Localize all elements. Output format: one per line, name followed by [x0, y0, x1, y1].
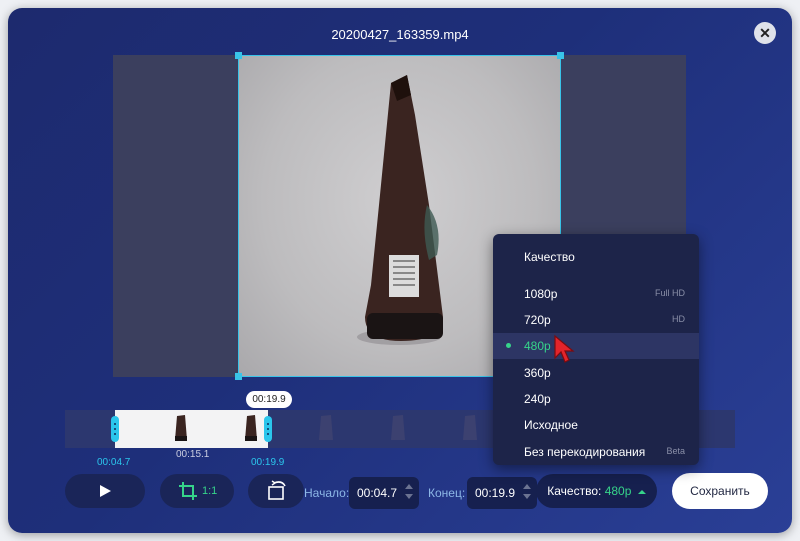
option-label: 480p [524, 339, 551, 353]
crop-ratio-label: 1:1 [202, 485, 218, 497]
quality-option-1080p[interactable]: 1080p Full HD [493, 281, 699, 307]
quality-option-360p[interactable]: 360p [493, 360, 699, 386]
quality-option-no-reencode[interactable]: Без перекодирования Beta [493, 439, 699, 465]
option-label: Без перекодирования [524, 445, 646, 459]
option-tag: Beta [666, 446, 685, 456]
timeline-mid-label: 00:15.1 [176, 449, 210, 460]
timeline-selection[interactable] [115, 410, 268, 448]
mouse-cursor-icon [554, 334, 575, 363]
crop-handle-bottom-left[interactable] [235, 373, 242, 380]
file-title: 20200427_163359.mp4 [331, 27, 469, 42]
close-button[interactable]: ✕ [754, 22, 776, 44]
end-time-field[interactable]: 00:19.9 [467, 477, 537, 509]
quality-option-240p[interactable]: 240p [493, 386, 699, 412]
close-icon: ✕ [759, 25, 771, 41]
rotate-icon [268, 480, 286, 500]
selected-dot-icon [506, 343, 511, 348]
rotate-button[interactable] [248, 474, 304, 508]
quality-value: 480p [604, 484, 632, 498]
timeline-start-label: 00:04.7 [97, 457, 131, 468]
timeline-thumbnail [175, 415, 257, 441]
crop-icon [179, 482, 197, 500]
trim-start-handle[interactable] [111, 416, 119, 442]
end-time-stepper[interactable] [523, 484, 531, 502]
crop-ratio-button[interactable]: 1:1 [160, 474, 234, 508]
quality-option-original[interactable]: Исходное [493, 412, 699, 438]
start-time-value: 00:04.7 [357, 486, 398, 500]
option-label: 720p [524, 313, 551, 327]
caret-up-icon [637, 489, 646, 494]
end-time-value: 00:19.9 [475, 486, 516, 500]
end-label: Конец: [428, 486, 466, 500]
start-time-stepper[interactable] [405, 484, 413, 502]
option-label: 1080p [524, 287, 558, 301]
play-icon [100, 485, 111, 497]
option-label: 240p [524, 392, 551, 406]
option-label: 360p [524, 366, 551, 380]
quality-button[interactable]: Качество: 480p [536, 474, 657, 508]
save-button[interactable]: Сохранить [672, 473, 768, 509]
play-button[interactable] [65, 474, 145, 508]
video-editor-dialog: 20200427_163359.mp4 ✕ 00:19.9 00:04.7 00… [8, 8, 792, 533]
crop-handle-top-left[interactable] [235, 52, 242, 59]
timeline-end-label: 00:19.9 [251, 457, 285, 468]
option-label: Исходное [524, 418, 578, 432]
start-time-field[interactable]: 00:04.7 [349, 477, 419, 509]
quality-label: Качество: [547, 484, 602, 498]
trim-end-handle[interactable] [264, 416, 272, 442]
quality-option-480p[interactable]: 480p [493, 333, 699, 359]
start-label: Начало: [304, 486, 350, 500]
option-tag: HD [672, 314, 685, 324]
quality-dropdown: Качество 1080p Full HD 720p HD 480p 360p… [493, 234, 699, 465]
current-time-bubble: 00:19.9 [246, 391, 292, 408]
quality-dropdown-title: Качество [524, 250, 575, 264]
quality-option-720p[interactable]: 720p HD [493, 307, 699, 333]
option-tag: Full HD [654, 288, 685, 298]
crop-handle-top-right[interactable] [557, 52, 564, 59]
